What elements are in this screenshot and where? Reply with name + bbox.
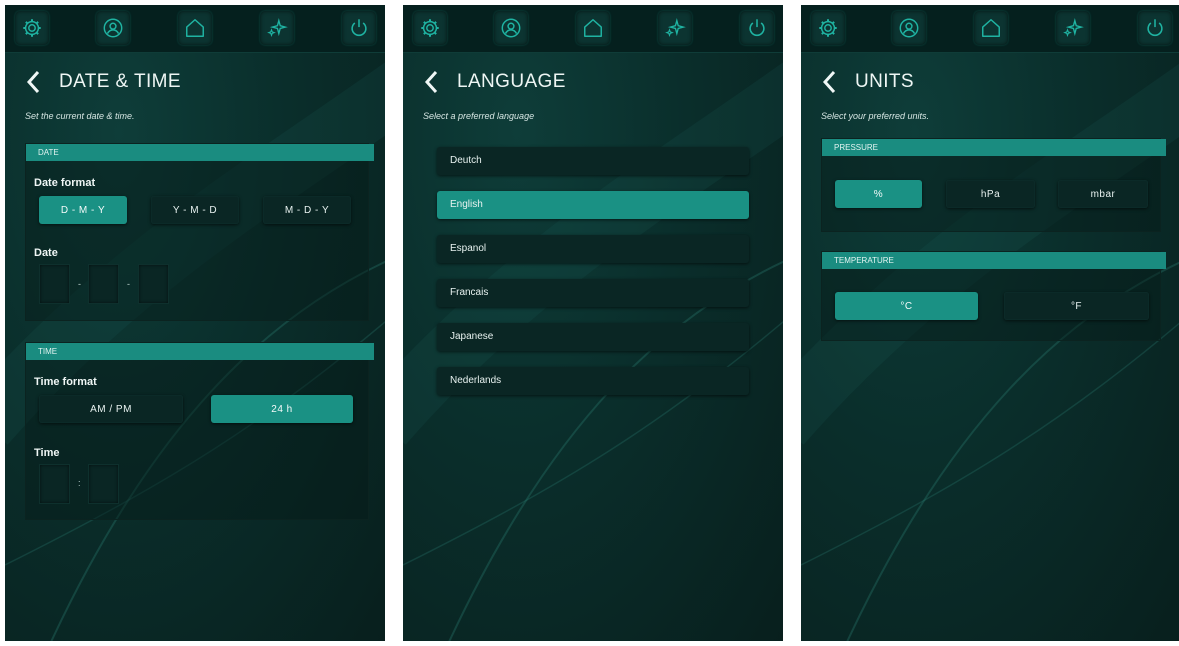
profile-button[interactable] (96, 11, 130, 45)
temperature-celsius-button[interactable]: °C (835, 292, 978, 320)
page-title: DATE & TIME (59, 71, 181, 92)
time-minute-field[interactable] (88, 464, 119, 504)
page-title: LANGUAGE (457, 71, 566, 92)
power-icon (1147, 19, 1163, 37)
time-hour-field[interactable] (39, 464, 70, 504)
date-year-field[interactable] (138, 264, 169, 304)
date-label: Date (34, 247, 58, 259)
power-button[interactable] (1138, 11, 1172, 45)
time-format-label: Time format (34, 376, 97, 388)
power-button[interactable] (740, 11, 774, 45)
units-screen: UNITS Select your preferred units. PRESS… (801, 5, 1179, 641)
power-button[interactable] (342, 11, 376, 45)
power-icon (351, 19, 367, 37)
pressure-percent-button[interactable]: % (835, 180, 922, 208)
sparkle-icon (267, 18, 288, 37)
sparkle-icon (1063, 18, 1084, 37)
profile-button[interactable] (494, 11, 528, 45)
temperature-fahrenheit-button[interactable]: °F (1004, 292, 1149, 320)
top-toolbar (801, 5, 1179, 53)
date-separator: - (127, 279, 130, 289)
settings-button[interactable] (811, 11, 845, 45)
pressure-hpa-button[interactable]: hPa (946, 180, 1035, 208)
pressure-mbar-button[interactable]: mbar (1058, 180, 1148, 208)
back-chevron-icon[interactable] (421, 68, 443, 96)
top-toolbar (403, 5, 783, 53)
date-format-mdy-button[interactable]: M - D - Y (263, 196, 351, 224)
page-subtitle: Set the current date & time. (25, 111, 135, 121)
effects-button[interactable] (1056, 11, 1090, 45)
home-icon (982, 19, 1000, 37)
screen-header: UNITS (819, 67, 914, 97)
time-format-24h-button[interactable]: 24 h (211, 395, 353, 423)
language-option-nederlands[interactable]: Nederlands (437, 367, 749, 395)
power-icon (749, 19, 765, 37)
sparkle-icon (665, 18, 686, 37)
profile-button[interactable] (892, 11, 926, 45)
date-time-screen: DATE & TIME Set the current date & time.… (5, 5, 385, 641)
home-button[interactable] (974, 11, 1008, 45)
time-label: Time (34, 447, 60, 459)
top-toolbar (5, 5, 385, 53)
home-icon (186, 19, 204, 37)
section-header: TIME (26, 343, 374, 360)
language-option-deutch[interactable]: Deutch (437, 147, 749, 175)
temperature-section: TEMPERATURE °C °F (821, 251, 1166, 341)
date-section: DATE Date format D - M - Y Y - M - D M -… (25, 143, 374, 321)
pressure-section: PRESSURE % hPa mbar (821, 138, 1166, 232)
settings-button[interactable] (413, 11, 447, 45)
time-format-ampm-button[interactable]: AM / PM (39, 395, 183, 423)
date-separator: - (78, 279, 81, 289)
date-format-label: Date format (34, 177, 96, 189)
home-button[interactable] (178, 11, 212, 45)
home-icon (584, 19, 602, 37)
gear-icon (23, 19, 41, 37)
date-format-dmy-button[interactable]: D - M - Y (39, 196, 127, 224)
settings-button[interactable] (15, 11, 49, 45)
home-button[interactable] (576, 11, 610, 45)
screen-header: LANGUAGE (421, 67, 566, 97)
page-subtitle: Select a preferred language (423, 111, 535, 121)
language-option-japanese[interactable]: Japanese (437, 323, 749, 351)
language-screen: LANGUAGE Select a preferred language Deu… (403, 5, 783, 641)
date-format-ymd-button[interactable]: Y - M - D (151, 196, 239, 224)
gear-icon (421, 19, 439, 37)
section-header: PRESSURE (822, 139, 1166, 156)
date-day-field[interactable] (39, 264, 70, 304)
user-icon (899, 18, 919, 38)
gear-icon (819, 19, 837, 37)
time-separator: : (78, 478, 81, 488)
effects-button[interactable] (658, 11, 692, 45)
back-chevron-icon[interactable] (819, 68, 841, 96)
section-header: TEMPERATURE (822, 252, 1166, 269)
effects-button[interactable] (260, 11, 294, 45)
time-section: TIME Time format AM / PM 24 h Time : (25, 342, 374, 520)
screen-header: DATE & TIME (23, 67, 181, 97)
date-month-field[interactable] (88, 264, 119, 304)
user-icon (103, 18, 123, 38)
background-swirl (5, 62, 385, 641)
back-chevron-icon[interactable] (23, 68, 45, 96)
language-option-english[interactable]: English (437, 191, 749, 219)
page-title: UNITS (855, 71, 914, 92)
user-icon (501, 18, 521, 38)
section-header: DATE (26, 144, 374, 161)
language-option-espanol[interactable]: Espanol (437, 235, 749, 263)
language-option-francais[interactable]: Francais (437, 279, 749, 307)
page-subtitle: Select your preferred units. (821, 111, 930, 121)
